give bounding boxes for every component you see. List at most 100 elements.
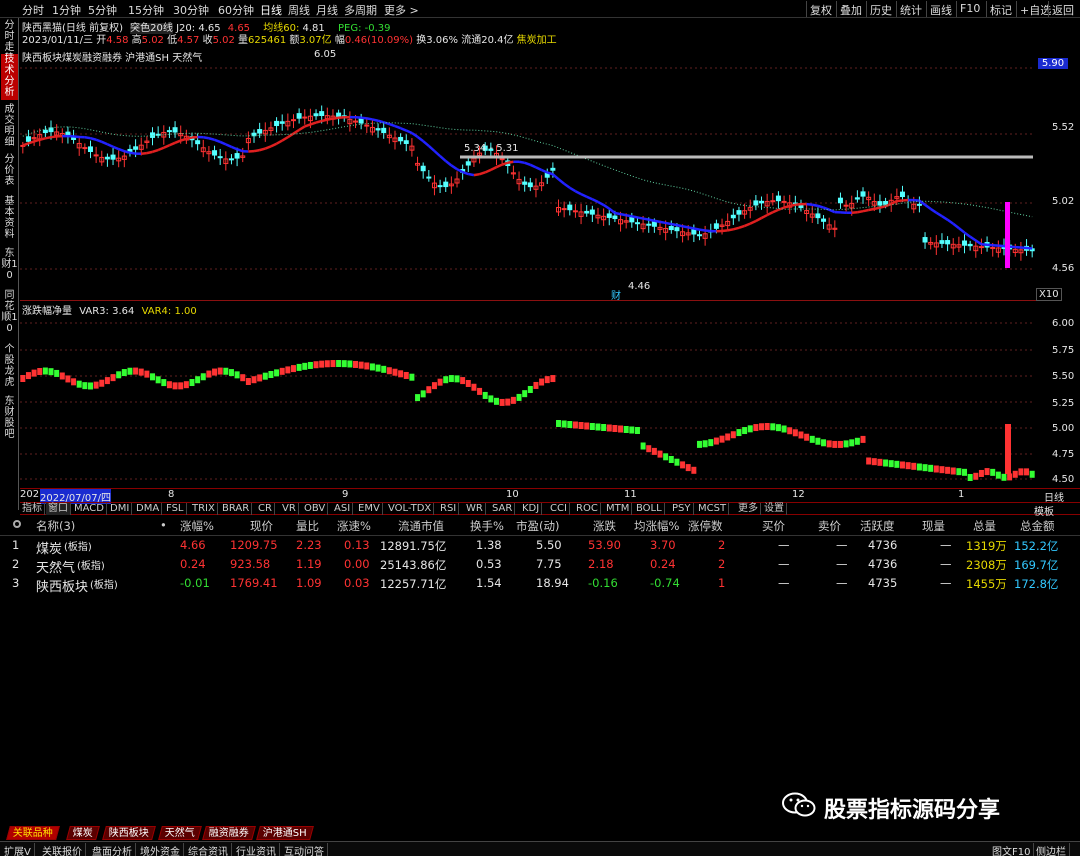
net-volume-bar <box>544 376 550 384</box>
indicator-tab-rsi[interactable]: RSI <box>438 503 460 515</box>
status-item[interactable]: 盘面分析 <box>92 843 136 856</box>
nav-trade-detail[interactable]: 成交明细 <box>1 104 18 150</box>
indicator-tab-mcst[interactable]: MCST <box>696 503 730 515</box>
indicator-tab-trix[interactable]: TRIX <box>190 503 218 515</box>
column-header[interactable]: 卖价 <box>818 518 841 534</box>
bottom-tab[interactable]: 煤炭 <box>66 826 100 840</box>
tf-multi[interactable]: 多周期 <box>344 2 377 18</box>
indicator-tab-emv[interactable]: EMV <box>356 503 383 515</box>
ma-line-segment <box>529 163 537 169</box>
column-header[interactable]: 现量 <box>922 518 945 534</box>
mark-button[interactable]: 标记 <box>986 1 1015 17</box>
indicator-tab-obv[interactable]: OBV <box>302 503 329 515</box>
indicator-tab-brar[interactable]: BRAR <box>220 503 253 515</box>
nav-eastmoney-10[interactable]: 东财10 <box>1 248 18 284</box>
indicator-tab-mtm[interactable]: MTM <box>604 503 633 515</box>
indicator-tab-fsl[interactable]: FSL <box>164 503 187 515</box>
column-header[interactable]: 现价 <box>250 518 273 534</box>
tf-30min[interactable]: 30分钟 <box>173 2 209 18</box>
indicator-tab-cci[interactable]: CCI <box>548 503 570 515</box>
status-item[interactable]: 行业资讯 <box>236 843 280 856</box>
gear-icon[interactable] <box>13 520 21 528</box>
tf-60min[interactable]: 60分钟 <box>218 2 254 18</box>
tf-15min[interactable]: 15分钟 <box>128 2 164 18</box>
indicator-tab-dmi[interactable]: DMI <box>108 503 133 515</box>
net-volume-chart[interactable] <box>20 314 1080 488</box>
column-header[interactable]: 总量 <box>973 518 996 534</box>
status-item[interactable]: 关联报价 <box>42 843 86 856</box>
indicator-tab-窗口[interactable]: 窗口 <box>46 503 71 515</box>
bottom-tab[interactable]: 融资融券 <box>202 826 256 840</box>
indicator-tab-macd[interactable]: MACD <box>72 503 107 515</box>
nav-intraday[interactable]: 分时走势 <box>1 20 18 64</box>
column-header[interactable]: 活跃度 <box>860 518 895 534</box>
nav-dragon-tiger[interactable]: 个股龙虎 <box>1 344 18 392</box>
column-header[interactable]: 均涨幅% <box>634 518 679 534</box>
bottom-tab[interactable]: 陕西板块 <box>102 826 156 840</box>
indicator-tab-更多[interactable]: 更多 <box>736 503 761 515</box>
tf-intraday[interactable]: 分时 <box>22 2 44 18</box>
column-header[interactable]: 总金额 <box>1020 518 1055 534</box>
overlay-button[interactable]: 叠加 <box>836 1 865 17</box>
ma-line-segment <box>857 209 864 214</box>
tf-daily[interactable]: 日线 <box>260 2 282 18</box>
history-button[interactable]: 历史 <box>866 1 895 17</box>
status-right-item[interactable]: 图文F10 <box>992 843 1035 856</box>
indicator-tab-vr[interactable]: VR <box>280 503 299 515</box>
column-header[interactable]: 名称(3) <box>36 518 75 534</box>
candle-body <box>302 116 308 119</box>
nav-forum[interactable]: 东财股吧 <box>1 396 18 444</box>
indicator-tab-cr[interactable]: CR <box>256 503 275 515</box>
column-header[interactable]: 涨幅% <box>180 518 214 534</box>
column-header[interactable]: 市盈(动) <box>516 518 559 534</box>
bottom-tab[interactable]: 关联品种 <box>6 826 60 840</box>
indicator-tab-sar[interactable]: SAR <box>490 503 516 515</box>
indicator-tab-wr[interactable]: WR <box>464 503 486 515</box>
back-button[interactable]: 返回 <box>1048 1 1077 17</box>
column-header[interactable]: • <box>160 518 167 532</box>
stats-button[interactable]: 统计 <box>896 1 925 17</box>
nav-basic-info[interactable]: 基本资料 <box>1 196 18 244</box>
tf-more[interactable]: 更多 > <box>384 2 419 18</box>
status-item[interactable]: 互动问答 <box>284 843 328 856</box>
finance-marker[interactable]: 财 <box>611 287 621 302</box>
column-header[interactable]: 涨跌 <box>593 518 616 534</box>
status-item[interactable]: 综合资讯 <box>188 843 232 856</box>
tf-monthly[interactable]: 月线 <box>316 2 338 18</box>
column-header[interactable]: 买价 <box>762 518 785 534</box>
tf-weekly[interactable]: 周线 <box>288 2 310 18</box>
column-header[interactable]: 量比 <box>296 518 319 534</box>
nav-technical[interactable]: 技术分析 <box>1 54 18 100</box>
indicator-tab-kdj[interactable]: KDJ <box>520 503 543 515</box>
f10-button[interactable]: F10 <box>956 1 983 17</box>
tf-5min[interactable]: 5分钟 <box>88 2 117 18</box>
indicator-tab-boll[interactable]: BOLL <box>634 503 665 515</box>
indicator-tab-设置[interactable]: 设置 <box>762 503 787 515</box>
column-header[interactable]: 换手% <box>470 518 504 534</box>
column-header[interactable]: 涨停数 <box>688 518 723 534</box>
indicator-tab-vol-tdx[interactable]: VOL-TDX <box>386 503 435 515</box>
main-candlestick-chart[interactable] <box>20 58 1080 298</box>
net-volume-bar <box>375 364 381 372</box>
adjust-button[interactable]: 复权 <box>806 1 835 17</box>
draw-button[interactable]: 画线 <box>926 1 955 17</box>
tf-1min[interactable]: 1分钟 <box>52 2 81 18</box>
indicator-tab-asi[interactable]: ASI <box>332 503 354 515</box>
ma-line-segment <box>721 229 728 233</box>
nav-ths-10[interactable]: 同花顺10 <box>1 290 18 338</box>
concept-tag[interactable]: 焦炭加工 <box>517 35 557 46</box>
column-header[interactable]: 流通市值 <box>398 518 444 534</box>
ma-line-segment <box>444 160 453 167</box>
status-right-item[interactable]: 侧边栏 <box>1036 843 1070 856</box>
nav-price-table[interactable]: 分价表 <box>1 154 18 190</box>
indicator-tab-dma[interactable]: DMA <box>134 503 163 515</box>
scale-label[interactable]: X10 <box>1036 288 1062 301</box>
status-item[interactable]: 境外资金 <box>140 843 184 856</box>
bottom-tab[interactable]: 沪港通SH <box>256 826 314 840</box>
indicator-tab-psy[interactable]: PSY <box>670 503 694 515</box>
indicator-tab-指标[interactable]: 指标 <box>20 503 45 515</box>
column-header[interactable]: 涨速% <box>337 518 371 534</box>
status-item[interactable]: 扩展V <box>4 843 35 856</box>
bottom-tab[interactable]: 天然气 <box>158 826 202 840</box>
indicator-tab-roc[interactable]: ROC <box>574 503 601 515</box>
